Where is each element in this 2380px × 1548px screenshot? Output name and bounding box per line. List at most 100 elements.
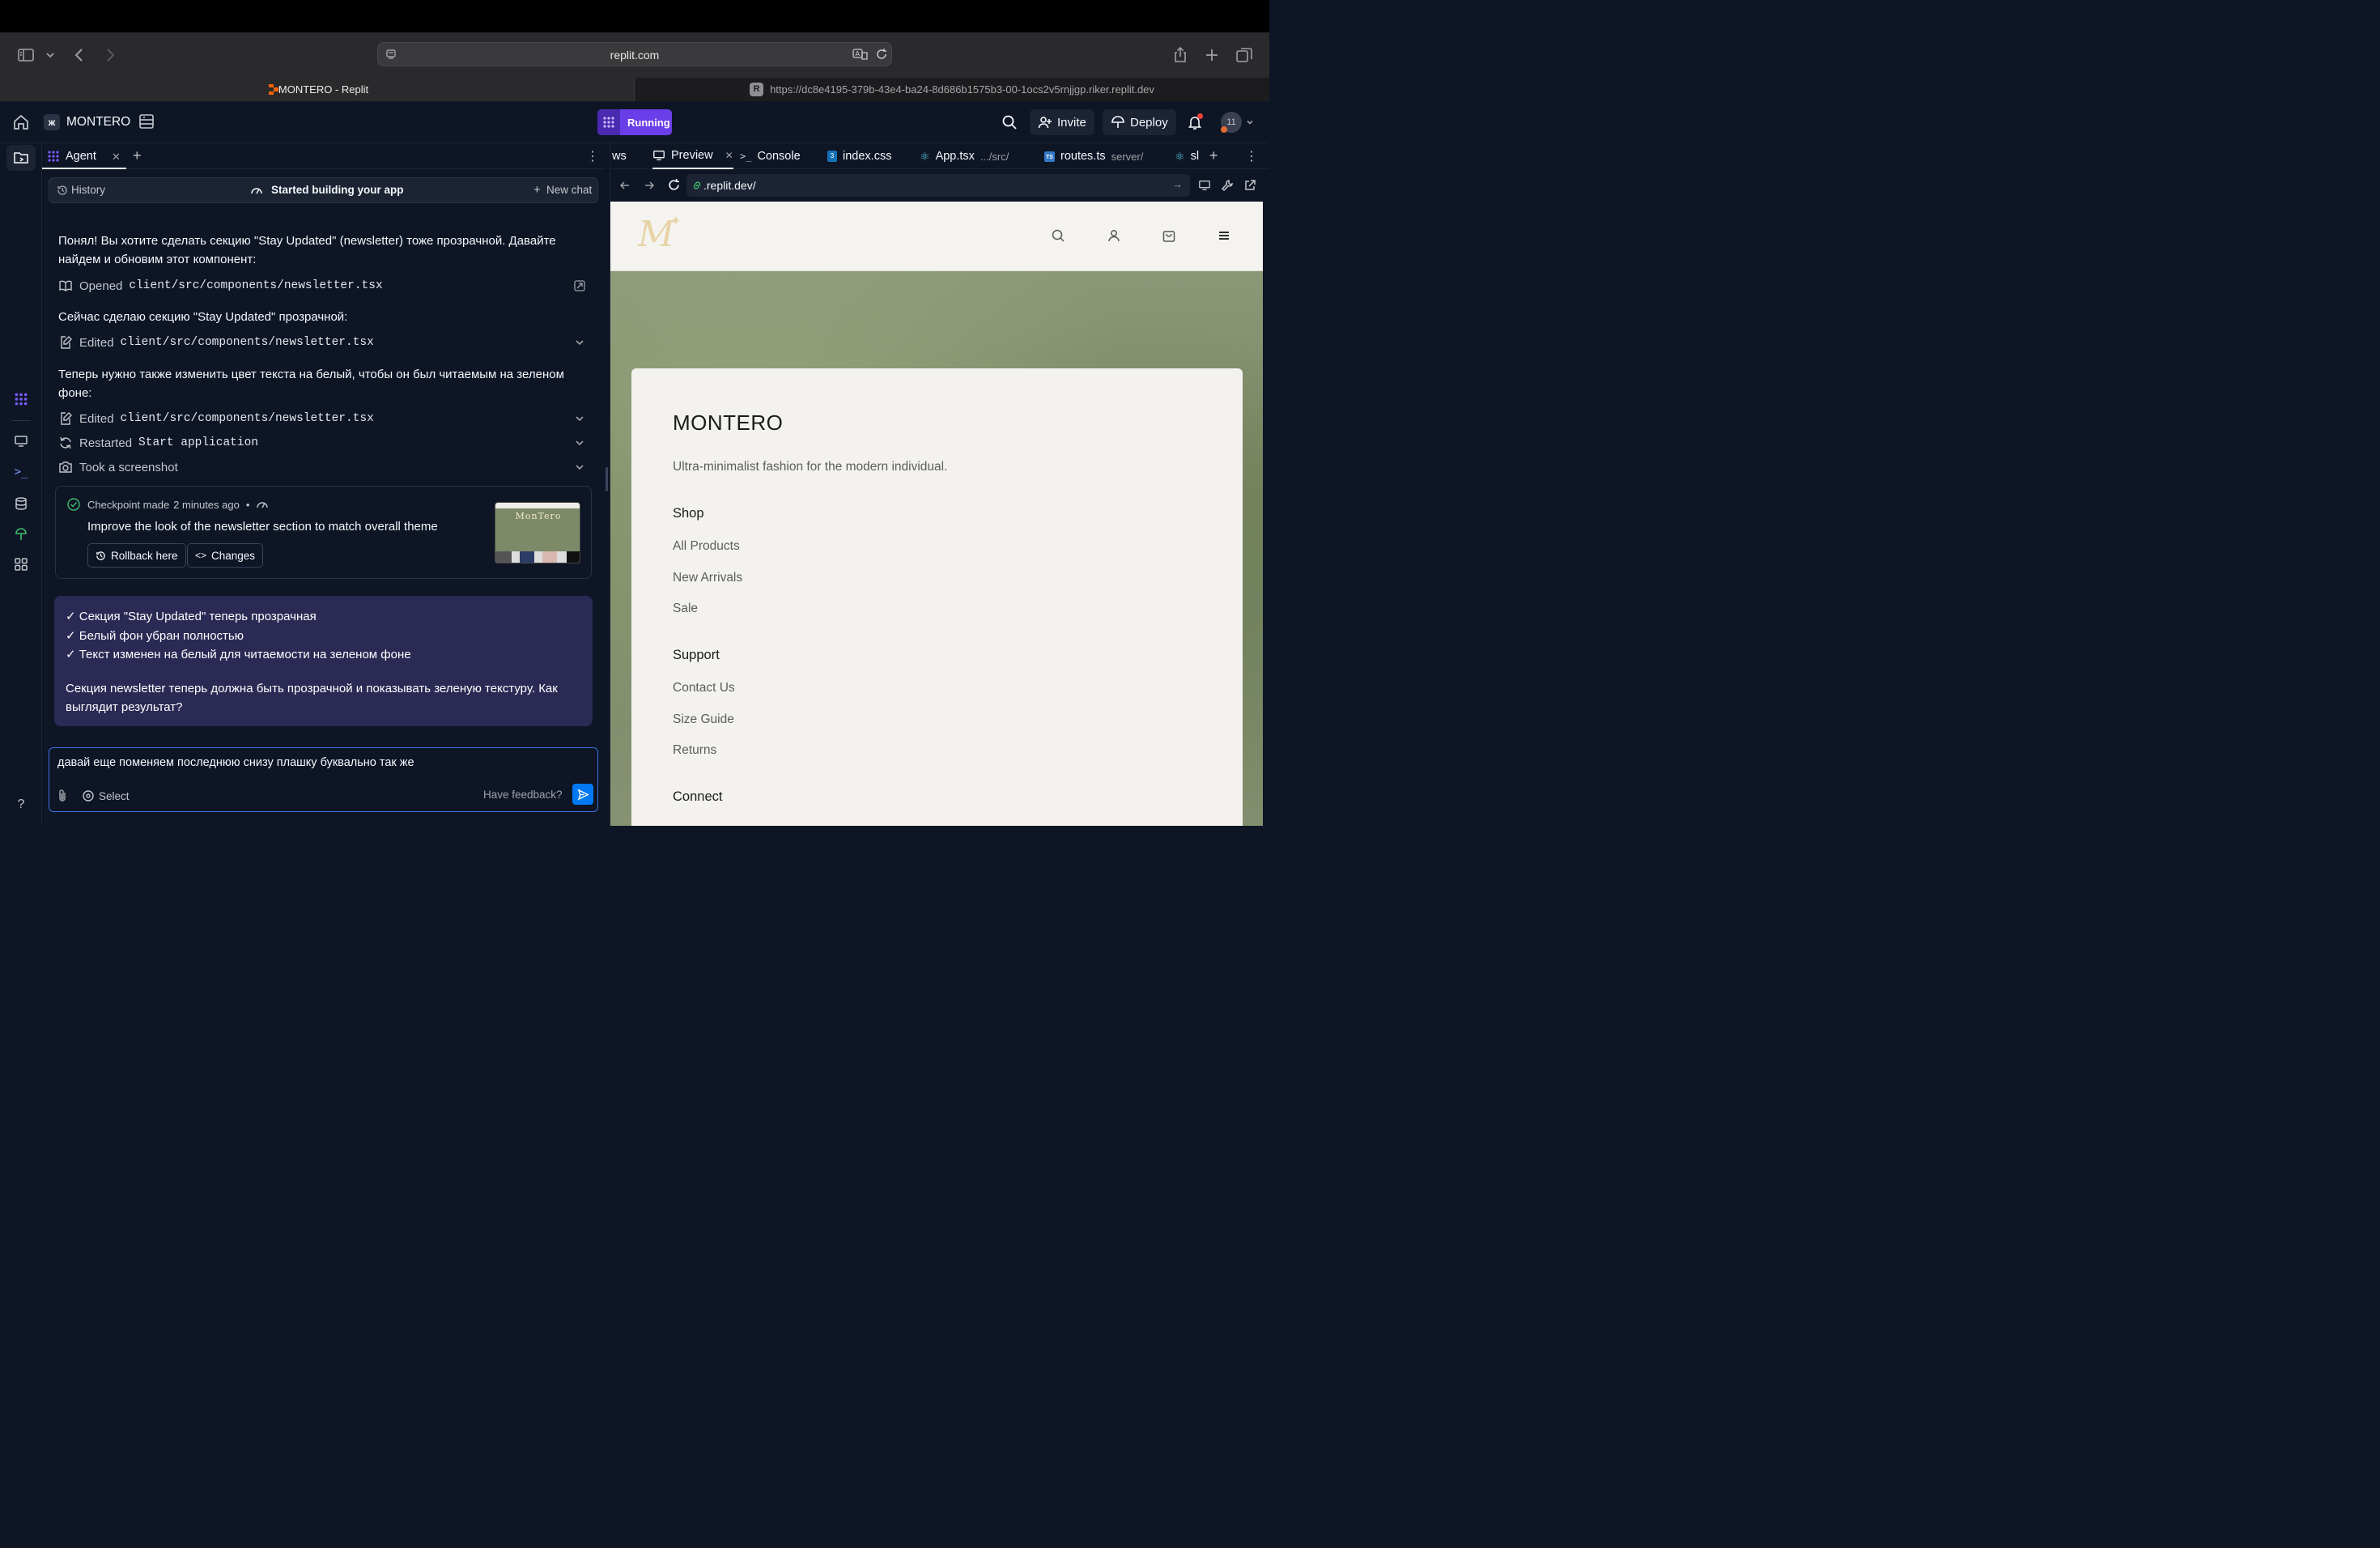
action-restarted[interactable]: Restarted Start application [58, 433, 586, 453]
footer-brand: MONTERO [673, 410, 784, 435]
changes-button[interactable]: <> Changes [187, 543, 264, 568]
action-edited-file[interactable]: Edited client/src/components/newsletter.… [58, 333, 586, 352]
database-icon[interactable] [138, 113, 155, 130]
invite-button[interactable]: Invite [1030, 109, 1094, 135]
go-icon[interactable]: → [1172, 178, 1183, 190]
summary-item: ✓ Секция "Stay Updated" теперь прозрачна… [66, 610, 317, 623]
chevron-down-icon[interactable] [44, 45, 57, 65]
agent-history-bar: History Started building your app + New … [49, 177, 598, 203]
paperclip-icon[interactable] [56, 789, 69, 803]
preview-back-icon[interactable] [618, 179, 631, 192]
add-tab-icon[interactable]: + [1209, 147, 1218, 164]
camera-icon [59, 461, 72, 473]
new-tab-icon[interactable] [1202, 45, 1222, 65]
send-button[interactable] [572, 784, 593, 805]
history-button[interactable]: History [71, 184, 105, 196]
footer-link[interactable]: Size Guide [673, 712, 734, 727]
address-bar[interactable]: replit.com A [377, 42, 892, 66]
checkpoint-thumbnail[interactable]: MonTero [495, 502, 580, 563]
tab-preview[interactable]: Preview ✕ [652, 143, 733, 169]
tab-overview-icon[interactable] [1235, 45, 1254, 65]
search-icon[interactable] [1001, 113, 1018, 131]
agent-tab-bar: Agent ✕ + ⋮ [42, 143, 606, 169]
select-button[interactable]: Select [99, 790, 130, 802]
home-icon[interactable] [11, 113, 31, 132]
site-logo[interactable]: M [638, 215, 674, 255]
bell-icon[interactable] [1187, 113, 1203, 130]
feedback-link[interactable]: Have feedback? [483, 789, 563, 801]
user-icon[interactable] [1107, 228, 1121, 243]
browser-tab-replit[interactable]: MONTERO - Replit [0, 78, 635, 101]
chevron-down-icon[interactable] [573, 436, 586, 449]
open-in-editor-icon[interactable] [573, 279, 586, 292]
site-preview: M ✦ MONTERO Ultra-minimalist fashion for… [610, 202, 1263, 826]
footer-link[interactable]: Returns [673, 743, 716, 758]
preview-reload-icon[interactable] [667, 178, 681, 192]
agent-icon[interactable] [11, 389, 31, 409]
back-icon[interactable] [70, 45, 89, 65]
sidebar-toggle-icon[interactable] [16, 45, 36, 65]
browser-tab-strip: MONTERO - Replit R https://dc8e4195-379b… [0, 78, 1269, 101]
chevron-down-icon[interactable] [573, 461, 586, 474]
help-icon[interactable]: ? [11, 795, 31, 814]
react-file-icon: ⚛ [920, 149, 930, 163]
monitor-icon[interactable] [11, 432, 31, 451]
cart-icon[interactable] [1162, 228, 1176, 243]
reload-icon[interactable] [875, 48, 888, 61]
translate-icon[interactable]: A [852, 48, 869, 61]
new-chat-button[interactable]: New chat [546, 184, 592, 196]
tab-index-css[interactable]: 3 index.css [827, 143, 891, 169]
deployments-icon[interactable] [11, 525, 31, 544]
preview-url-field[interactable]: .replit.dev/ → [686, 174, 1190, 197]
tab-label: Preview [671, 149, 713, 162]
rollback-button[interactable]: Rollback here [87, 543, 186, 568]
share-icon[interactable] [1171, 45, 1190, 65]
footer-link[interactable]: Contact Us [673, 681, 735, 695]
tab-app-tsx[interactable]: ⚛ App.tsx .../src/ [920, 143, 1009, 169]
project-name[interactable]: MONTERO [66, 115, 130, 130]
left-rail: >_ ? [0, 143, 42, 826]
preview-forward-icon[interactable] [643, 179, 656, 192]
close-icon[interactable]: ✕ [112, 151, 121, 164]
deploy-button[interactable]: Deploy [1103, 109, 1176, 135]
file-tree-icon[interactable] [11, 148, 31, 168]
chevron-down-icon[interactable] [573, 412, 586, 425]
chevron-down-icon[interactable] [1245, 117, 1255, 127]
more-options-icon[interactable]: ⋮ [586, 148, 599, 164]
agent-panel: Agent ✕ + ⋮ History Started building you… [42, 143, 606, 826]
tab-routes-ts[interactable]: TS routes.ts server/ [1044, 143, 1143, 169]
forward-icon[interactable] [100, 45, 120, 65]
tab-truncated-right[interactable]: ⚛ sl [1175, 143, 1199, 169]
action-opened-file[interactable]: Opened client/src/components/newsletter.… [58, 276, 586, 296]
ts-file-icon: TS [1044, 151, 1055, 162]
tab-console[interactable]: >_ Console [740, 143, 801, 169]
footer-link[interactable]: New Arrivals [673, 571, 742, 585]
more-options-icon[interactable]: ⋮ [1245, 148, 1258, 164]
add-tab-icon[interactable]: + [133, 147, 142, 164]
devtools-icon[interactable] [1221, 179, 1234, 192]
chat-input-box[interactable]: давай еще поменяем последнюю снизу плашк… [49, 747, 598, 812]
project-icon[interactable]: ж [44, 114, 60, 130]
apps-grid-icon[interactable] [11, 555, 31, 574]
panel-resize-handle[interactable] [606, 467, 608, 491]
browser-tab-preview[interactable]: R https://dc8e4195-379b-43e4-ba24-8d686b… [635, 78, 1269, 101]
database-icon[interactable] [11, 494, 31, 513]
device-icon[interactable] [1198, 179, 1211, 192]
action-target: client/src/components/newsletter.tsx [120, 412, 374, 425]
chevron-down-icon[interactable] [573, 336, 586, 349]
thumb-header [495, 503, 580, 508]
tab-agent[interactable]: Agent ✕ [42, 143, 126, 169]
open-new-window-icon[interactable] [1243, 179, 1256, 192]
search-icon[interactable] [1051, 228, 1065, 243]
action-screenshot[interactable]: Took a screenshot [58, 457, 586, 477]
footer-heading-support: Support [673, 648, 720, 662]
chat-input[interactable]: давай еще поменяем последнюю снизу плашк… [57, 756, 414, 769]
footer-link[interactable]: All Products [673, 539, 740, 554]
action-edited-file[interactable]: Edited client/src/components/newsletter.… [58, 409, 586, 428]
tab-truncated[interactable]: ws [612, 143, 627, 169]
footer-link[interactable]: Sale [673, 602, 698, 616]
shell-icon[interactable]: >_ [11, 462, 31, 482]
menu-icon[interactable] [1217, 228, 1231, 243]
close-icon[interactable]: ✕ [725, 150, 733, 161]
run-status-button[interactable]: Running [597, 109, 672, 135]
